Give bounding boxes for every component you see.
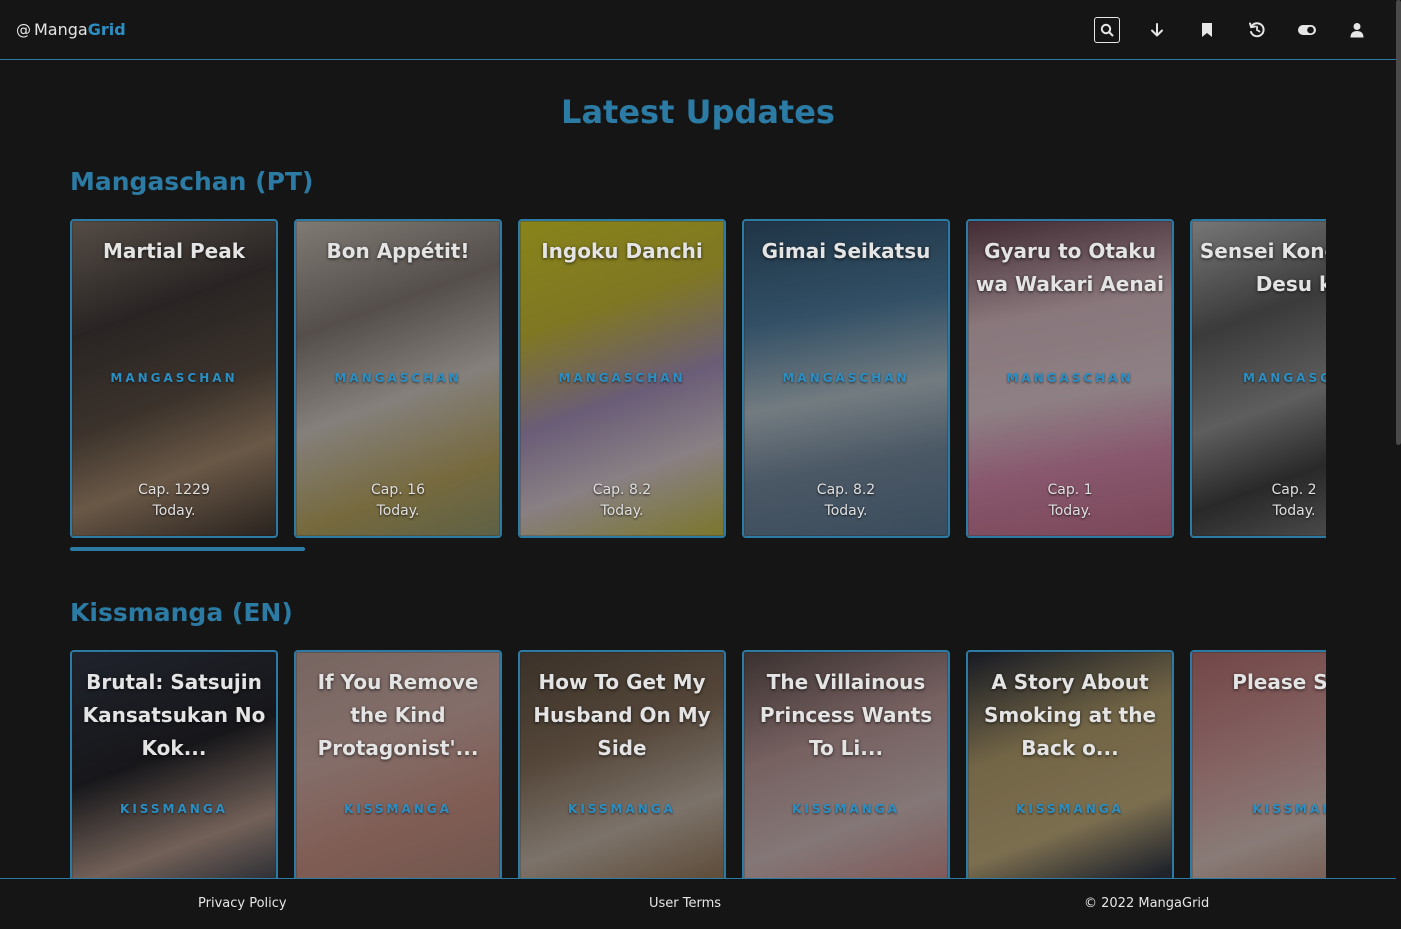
card-title: Brutal: Satsujin Kansatsukan No Kok... — [82, 670, 266, 760]
card-title: If You Remove the Kind Protagonist'... — [317, 670, 479, 760]
card-date: Today. — [600, 503, 644, 519]
downloads-button[interactable] — [1144, 17, 1170, 43]
download-icon — [1151, 22, 1163, 36]
card-title: Gyaru to Otaku wa Wakari Aenai — [976, 239, 1164, 296]
manga-card[interactable]: The Villainous Princess Wants To Li... K… — [742, 650, 950, 878]
manga-card[interactable]: Martial Peak MANGASCHAN Cap. 1229 Today. — [70, 219, 278, 538]
privacy-policy-link[interactable]: Privacy Policy — [198, 896, 287, 911]
nav-bar — [1070, 16, 1370, 43]
card-source: MANGASCH — [1243, 371, 1326, 385]
card-chapter: Cap. 1229 — [138, 482, 210, 498]
theme-toggle-button[interactable] — [1294, 17, 1320, 43]
manga-card[interactable]: Brutal: Satsujin Kansatsukan No Kok... K… — [70, 650, 278, 878]
logo-word-grid: Grid — [87, 20, 126, 39]
manga-card[interactable]: How To Get My Husband On My Side KISSMAN… — [518, 650, 726, 878]
card-title: Ingoku Danchi — [541, 239, 703, 263]
bookmarks-button[interactable] — [1194, 17, 1220, 43]
manga-card[interactable]: Sensei Kongetsu Desu k MANGASCH Cap. 2 T… — [1190, 219, 1326, 538]
card-chapter: Cap. 8.2 — [816, 482, 876, 498]
card-title: A Story About Smoking at the Back o... — [983, 670, 1157, 760]
history-icon — [1249, 21, 1265, 37]
manga-card[interactable]: Ingoku Danchi MANGASCHAN Cap. 8.2 Today. — [518, 219, 726, 538]
footer: Privacy Policy User Terms © 2022 MangaGr… — [0, 878, 1396, 929]
card-title: How To Get My Husband On My Side — [533, 670, 711, 760]
card-chapter: Cap. 16 — [371, 482, 425, 498]
card-date: Today. — [376, 503, 420, 519]
card-source: MANGASCHAN — [1006, 371, 1134, 385]
card-title: Martial Peak — [102, 239, 245, 263]
card-source: MANGASCHAN — [782, 371, 910, 385]
card-source: KISSMAN — [1252, 802, 1326, 816]
card-source: KISSMANGA — [120, 802, 228, 816]
main-content: Latest Updates Mangaschan (PT) Martial P… — [0, 61, 1396, 878]
page-scrollbar[interactable] — [1396, 0, 1401, 929]
card-title: Gimai Seikatsu — [761, 239, 931, 263]
search-button[interactable] — [1094, 16, 1120, 43]
manga-card[interactable]: If You Remove the Kind Protagonist'... K… — [294, 650, 502, 878]
logo-word-manga: Manga — [34, 20, 88, 39]
card-row: Brutal: Satsujin Kansatsukan No Kok... K… — [70, 650, 1326, 878]
card-chapter: Cap. 2 — [1271, 482, 1317, 498]
card-source: MANGASCHAN — [110, 371, 238, 385]
bookmark-icon — [1202, 22, 1212, 37]
carousel-scroll-indicator[interactable] — [70, 547, 305, 551]
manga-card[interactable]: A Story About Smoking at the Back o... K… — [966, 650, 1174, 878]
card-date: Today. — [152, 503, 196, 519]
manga-card[interactable]: Gimai Seikatsu MANGASCHAN Cap. 8.2 Today… — [742, 219, 950, 538]
logo[interactable]: @ Manga Grid — [16, 20, 126, 39]
section-title: Kissmanga (EN) — [70, 598, 293, 627]
card-row: Martial Peak MANGASCHAN Cap. 1229 Today.… — [70, 219, 1326, 539]
card-source: KISSMANGA — [568, 802, 676, 816]
card-date: Today. — [1272, 503, 1316, 519]
manga-card[interactable]: Bon Appétit! MANGASCHAN Cap. 16 Today. — [294, 219, 502, 538]
user-icon — [1350, 22, 1364, 37]
card-source: KISSMANGA — [344, 802, 452, 816]
profile-button[interactable] — [1344, 17, 1370, 43]
section-kissmanga: Kissmanga (EN) Brutal: Satsujin Kansatsu… — [70, 598, 1326, 878]
search-icon — [1100, 23, 1114, 36]
card-source: KISSMANGA — [1016, 802, 1124, 816]
card-chapter: Cap. 8.2 — [592, 482, 652, 498]
manga-card[interactable]: Please Sho KISSMAN — [1190, 650, 1326, 878]
card-source: KISSMANGA — [792, 802, 900, 816]
logo-at-symbol: @ — [16, 20, 31, 39]
card-title: Bon Appétit! — [326, 239, 470, 263]
theme-toggle-icon — [1298, 24, 1316, 35]
card-source: MANGASCHAN — [334, 371, 462, 385]
top-bar: @ Manga Grid — [0, 0, 1396, 60]
section-mangaschan: Mangaschan (PT) Martial Peak MANGASCHAN … — [70, 167, 1326, 551]
card-source: MANGASCHAN — [558, 371, 686, 385]
card-title: The Villainous Princess Wants To Li... — [759, 670, 933, 760]
card-date: Today. — [824, 503, 868, 519]
section-title: Mangaschan (PT) — [70, 167, 314, 196]
user-terms-link[interactable]: User Terms — [649, 896, 721, 911]
page-title: Latest Updates — [561, 93, 835, 131]
scrollbar-thumb[interactable] — [1396, 0, 1401, 445]
card-chapter: Cap. 1 — [1047, 482, 1093, 498]
history-button[interactable] — [1244, 17, 1270, 43]
copyright-text: © 2022 MangaGrid — [1084, 896, 1210, 911]
manga-card[interactable]: Gyaru to Otaku wa Wakari Aenai MANGASCHA… — [966, 219, 1174, 538]
card-title: Sensei Kongetsu Desu k — [1199, 239, 1326, 296]
card-title: Please Sho — [1232, 670, 1326, 694]
card-date: Today. — [1048, 503, 1092, 519]
